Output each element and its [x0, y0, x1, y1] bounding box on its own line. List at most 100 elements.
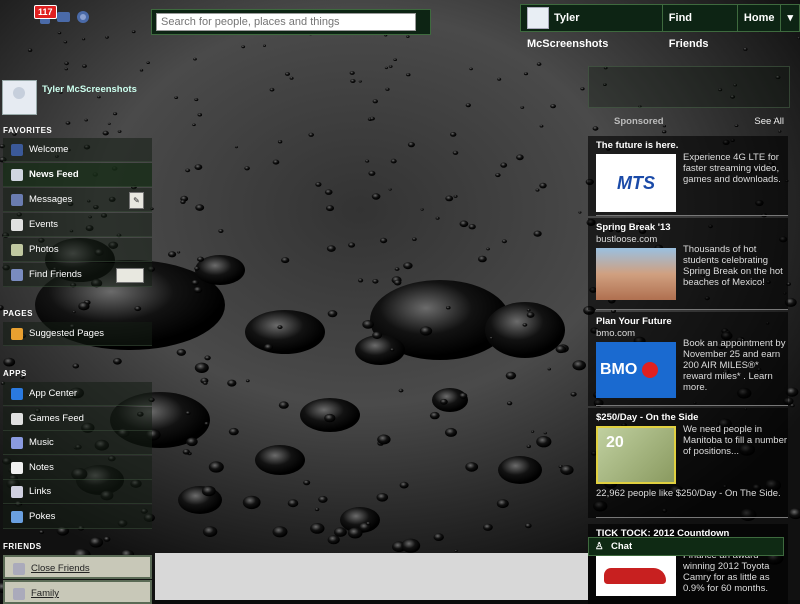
water-drop — [192, 124, 196, 127]
section-title-favorites: FAVORITES — [3, 126, 52, 135]
compose-message-button[interactable]: ✎ — [129, 192, 144, 209]
water-drop — [548, 368, 551, 371]
water-drop — [571, 392, 577, 397]
sidebar-item-label: Music — [29, 437, 54, 448]
avatar[interactable] — [2, 80, 37, 115]
sidebar-item-label: Photos — [29, 244, 59, 255]
sidebar-item-label: Suggested Pages — [29, 328, 104, 339]
sidebar-item-events[interactable]: Events — [3, 213, 152, 237]
close-friends-icon — [13, 563, 25, 575]
ad-title[interactable]: Plan Your Future — [596, 316, 672, 327]
water-drop — [264, 344, 273, 351]
water-drop — [380, 238, 387, 243]
search-input[interactable] — [156, 13, 416, 31]
notification-badge[interactable]: 117 — [34, 5, 57, 19]
sidebar-item-news-feed[interactable]: News Feed — [3, 163, 152, 187]
sidebar-item-photos[interactable]: Photos — [3, 238, 152, 262]
water-drop — [385, 67, 388, 69]
water-drop — [445, 196, 453, 202]
ticker-box — [588, 66, 790, 108]
profile-link[interactable]: Tyler McScreenshots — [521, 5, 663, 31]
sidebar-item-label: App Center — [29, 388, 77, 399]
water-drop — [328, 310, 338, 317]
water-drop — [465, 462, 478, 472]
car-image — [604, 568, 666, 584]
water-drop — [278, 140, 282, 143]
water-drop — [743, 48, 747, 51]
sidebar-item-welcome[interactable]: Welcome — [3, 138, 152, 162]
water-drop — [202, 486, 216, 496]
water-drop — [362, 320, 374, 329]
sidebar-item-family[interactable]: Family — [3, 580, 152, 604]
ad-title[interactable]: Spring Break '13 — [596, 222, 671, 233]
water-drop — [454, 550, 457, 552]
water-drop — [421, 208, 424, 210]
water-drop — [372, 279, 378, 284]
water-drop — [578, 211, 581, 213]
water-drop — [516, 154, 524, 160]
water-drop — [483, 524, 493, 531]
globe-icon[interactable] — [75, 9, 91, 25]
ad-image[interactable] — [596, 248, 676, 300]
water-drop — [324, 414, 335, 422]
ad-image[interactable]: 20 — [596, 426, 676, 484]
ad-unit[interactable]: Plan Your Futurebmo.comBMO Book an appoi… — [588, 312, 788, 406]
water-drop — [235, 146, 238, 148]
ad-title[interactable]: $250/Day - On the Side — [596, 412, 698, 423]
sidebar-item-notes[interactable]: Notes — [3, 456, 152, 480]
water-drop — [195, 204, 204, 211]
chat-bar[interactable]: ♙ Chat — [588, 537, 784, 556]
water-drop — [64, 41, 68, 44]
ad-image[interactable]: MTS — [596, 154, 676, 212]
sponsored-label: Sponsored — [614, 116, 664, 127]
water-drop — [502, 239, 507, 243]
water-drop — [368, 171, 375, 176]
water-drop — [520, 106, 524, 109]
ad-unit[interactable]: TICK TOCK: 2012 CountdownFinance an awar… — [588, 524, 788, 604]
sidebar-item-games-feed[interactable]: Games Feed — [3, 407, 152, 431]
sidebar-item-find-friends[interactable]: Find Friends — [3, 263, 152, 287]
ad-image[interactable]: BMO — [596, 342, 676, 398]
water-drop — [290, 77, 294, 80]
messages-icon[interactable] — [56, 9, 72, 25]
chat-label: Chat — [611, 541, 632, 552]
sidebar-item-app-center[interactable]: App Center — [3, 382, 152, 406]
divider — [596, 215, 788, 216]
water-drop — [315, 508, 319, 511]
see-all-link[interactable]: See All — [754, 116, 784, 127]
app-center-icon — [11, 388, 23, 400]
account-menu[interactable]: ▾ — [781, 5, 799, 31]
banknote-image: 20 — [598, 428, 674, 458]
ad-title[interactable]: The future is here. — [596, 140, 678, 151]
home-link[interactable]: Home — [738, 5, 782, 31]
water-drop — [445, 428, 457, 437]
profile-name[interactable]: Tyler McScreenshots — [42, 84, 152, 96]
sidebar-item-label: Notes — [29, 462, 54, 473]
water-drop — [466, 103, 471, 107]
sidebar-item-suggested-pages[interactable]: Suggested Pages — [3, 322, 152, 346]
water-drop — [355, 335, 405, 365]
sidebar-item-pokes[interactable]: Pokes — [3, 505, 152, 529]
water-drop — [395, 267, 400, 271]
water-drop — [527, 312, 535, 318]
photos-icon — [11, 244, 23, 256]
water-drop — [572, 360, 586, 370]
water-drop — [370, 117, 375, 121]
bmo-logo: BMO — [596, 342, 676, 398]
sidebar-item-close-friends[interactable]: Close Friends — [3, 555, 152, 579]
find-friends-link[interactable]: Find Friends — [663, 5, 738, 31]
top-bar: 117 Tyler McScreenshots Find Friends Hom… — [0, 0, 800, 36]
ad-unit[interactable]: The future is here.MTSExperience 4G LTE … — [588, 136, 788, 216]
sidebar-item-music[interactable]: Music — [3, 431, 152, 455]
sidebar-item-messages[interactable]: Messages✎ — [3, 188, 152, 212]
notes-icon — [11, 462, 23, 474]
water-drop — [365, 160, 369, 163]
ad-unit[interactable]: $250/Day - On the Side20We need people i… — [588, 408, 788, 518]
ad-image[interactable] — [596, 552, 676, 596]
water-drop — [432, 388, 468, 412]
find-friends-button[interactable] — [116, 268, 144, 283]
water-drop — [227, 380, 236, 387]
sidebar-item-links[interactable]: Links — [3, 480, 152, 504]
ad-unit[interactable]: Spring Break '13bustloose.comThousands o… — [588, 218, 788, 310]
ad-domain: bmo.com — [596, 328, 635, 339]
